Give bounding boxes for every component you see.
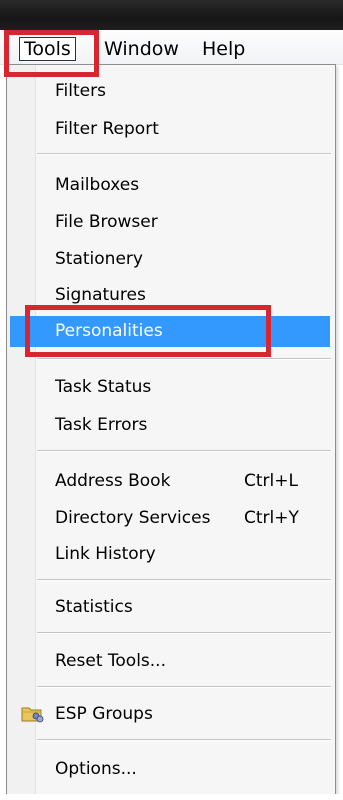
window-title-bar <box>0 0 343 30</box>
menu-item-label: File Browser <box>55 212 158 232</box>
menu-item-label: ESP Groups <box>55 704 153 724</box>
menu-item-filters[interactable]: Filters <box>7 75 335 107</box>
menu-item-label: Link History <box>55 544 156 564</box>
menu-item-label: Mailboxes <box>55 175 140 195</box>
menu-item-label: Filter Report <box>55 119 159 139</box>
menu-separator <box>37 739 331 741</box>
menu-separator <box>37 450 331 452</box>
menu-item-link-history[interactable]: Link History <box>7 538 335 570</box>
menu-tools[interactable]: Tools <box>19 37 76 61</box>
folder-group-icon <box>21 707 44 723</box>
menu-item-shortcut: Ctrl+L <box>244 471 298 491</box>
menu-item-filter-report[interactable]: Filter Report <box>7 113 335 145</box>
menu-item-task-errors[interactable]: Task Errors <box>7 409 335 441</box>
menu-item-task-status[interactable]: Task Status <box>7 371 335 403</box>
menu-item-options[interactable]: Options... <box>7 753 335 785</box>
menu-item-label: Options... <box>55 759 137 779</box>
menu-item-statistics[interactable]: Statistics <box>7 591 335 623</box>
menu-item-label: Stationery <box>55 249 143 269</box>
menu-help[interactable]: Help <box>198 37 249 61</box>
menu-bar: Tools Window Help <box>0 30 343 65</box>
menu-item-label: Address Book <box>55 471 171 491</box>
menu-separator <box>37 358 331 360</box>
menu-item-label: Reset Tools... <box>55 651 166 671</box>
menu-item-personalities[interactable]: Personalities <box>7 315 335 347</box>
menu-item-label: Personalities <box>55 321 163 341</box>
menu-item-address-book[interactable]: Address Book Ctrl+L <box>7 465 335 497</box>
menu-separator <box>37 632 331 634</box>
menu-item-stationery[interactable]: Stationery <box>7 243 335 275</box>
menu-item-file-browser[interactable]: File Browser <box>7 206 335 238</box>
menu-item-esp-groups[interactable]: ESP Groups <box>7 698 335 730</box>
menu-window[interactable]: Window <box>100 37 183 61</box>
menu-item-label: Task Errors <box>55 415 148 435</box>
menu-item-label: Statistics <box>55 597 133 617</box>
menu-item-label: Filters <box>55 81 106 101</box>
menu-item-reset-tools[interactable]: Reset Tools... <box>7 645 335 677</box>
menu-item-signatures[interactable]: Signatures <box>7 279 335 311</box>
menu-separator <box>37 579 331 581</box>
menu-separator <box>37 686 331 688</box>
menu-item-label: Directory Services <box>55 508 211 528</box>
page-bottom <box>0 794 343 800</box>
menu-item-directory-services[interactable]: Directory Services Ctrl+Y <box>7 502 335 534</box>
tools-dropdown-menu: Filters Filter Report Mailboxes File Bro… <box>6 64 336 796</box>
menu-item-label: Task Status <box>55 377 152 397</box>
menu-separator <box>37 153 331 155</box>
menu-item-shortcut: Ctrl+Y <box>244 508 299 528</box>
menu-item-label: Signatures <box>55 285 146 305</box>
menu-item-mailboxes[interactable]: Mailboxes <box>7 169 335 201</box>
